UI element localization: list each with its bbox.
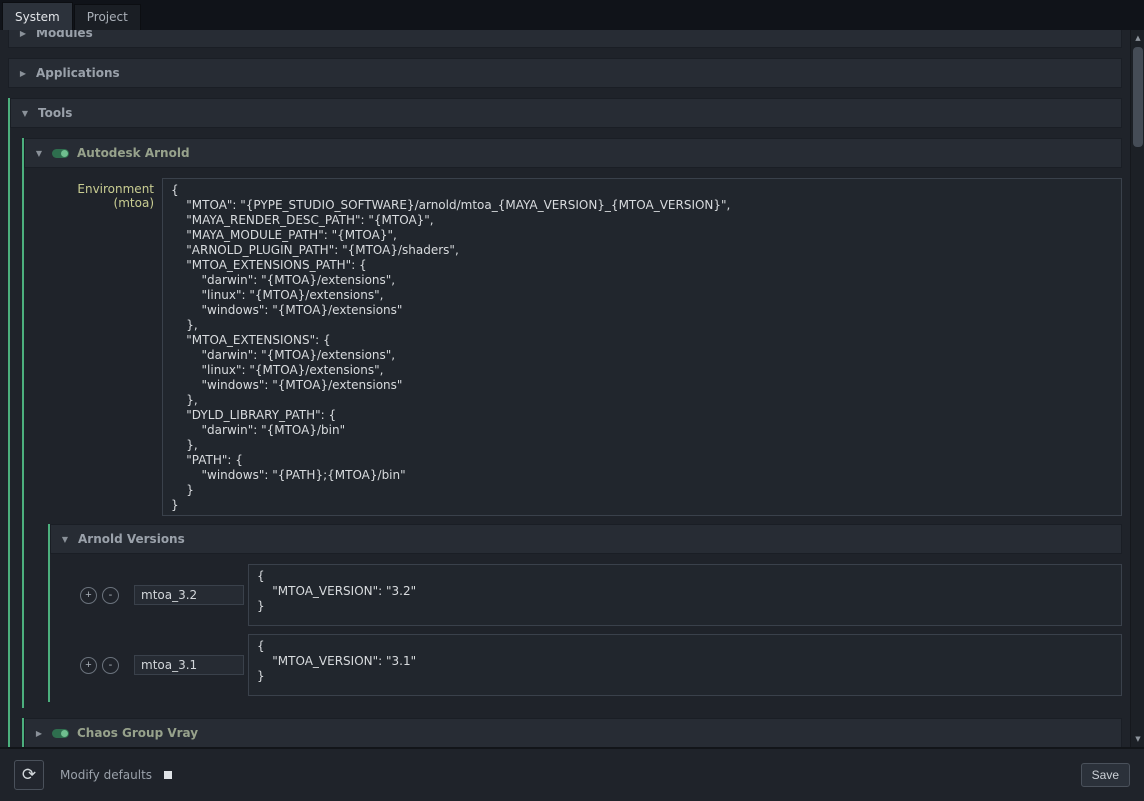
tab-bar: System Project: [0, 0, 1144, 30]
environment-editor[interactable]: { "MTOA": "{PYPE_STUDIO_SOFTWARE}/arnold…: [162, 178, 1122, 516]
environment-label: Environment (mtoa): [36, 178, 162, 516]
section-header-vray[interactable]: ▶ Chaos Group Vray: [24, 718, 1122, 747]
section-header-arnold[interactable]: ▼ Autodesk Arnold: [24, 138, 1122, 168]
section-title-applications: Applications: [36, 66, 120, 80]
section-arnold: ▼ Autodesk Arnold Environment (mtoa) { "…: [22, 138, 1122, 708]
settings-window: System Project ▶ Modules ▶ Applications: [0, 0, 1144, 801]
section-title-tools: Tools: [38, 106, 72, 120]
section-title-vray: Chaos Group Vray: [77, 726, 198, 740]
chevron-right-icon: ▶: [18, 69, 28, 78]
arnold-enabled-toggle[interactable]: [52, 149, 69, 158]
add-version-button[interactable]: +: [80, 587, 97, 604]
version-row: + - { "MTOA_VERSION": "3.2" }: [62, 564, 1122, 626]
section-vray: ▶ Chaos Group Vray: [22, 718, 1122, 747]
chevron-down-icon: ▼: [34, 149, 44, 158]
chevron-down-icon: ▼: [60, 535, 70, 544]
section-header-tools[interactable]: ▼ Tools: [10, 98, 1122, 128]
scroll-down-button[interactable]: ▼: [1131, 732, 1144, 746]
environment-row: Environment (mtoa) { "MTOA": "{PYPE_STUD…: [36, 178, 1122, 516]
vray-enabled-toggle[interactable]: [52, 729, 69, 738]
chevron-right-icon: ▶: [34, 729, 44, 738]
arnold-versions-body: + - { "MTOA_VERSION": "3.2" } + -: [50, 564, 1122, 702]
version-key-input[interactable]: [134, 655, 244, 675]
modify-defaults-checkbox[interactable]: [164, 771, 172, 779]
version-key-input[interactable]: [134, 585, 244, 605]
vertical-scrollbar[interactable]: ▲ ▼: [1130, 30, 1144, 747]
section-header-modules[interactable]: ▶ Modules: [8, 30, 1122, 48]
section-header-applications[interactable]: ▶ Applications: [8, 58, 1122, 88]
chevron-right-icon: ▶: [18, 30, 28, 38]
section-title-modules: Modules: [36, 30, 93, 40]
section-tools: ▼ Tools ▼ Autodesk Arnold: [8, 98, 1122, 747]
section-title-arnold-versions: Arnold Versions: [78, 532, 185, 546]
section-applications: ▶ Applications: [8, 58, 1122, 88]
section-arnold-versions: ▼ Arnold Versions + - { "MTOA_VERSION": …: [48, 524, 1122, 702]
save-button[interactable]: Save: [1081, 763, 1130, 787]
refresh-button[interactable]: ⟳: [14, 760, 44, 790]
add-version-button[interactable]: +: [80, 657, 97, 674]
remove-version-button[interactable]: -: [102, 657, 119, 674]
section-header-arnold-versions[interactable]: ▼ Arnold Versions: [50, 524, 1122, 554]
version-row: + - { "MTOA_VERSION": "3.1" }: [62, 634, 1122, 696]
arnold-body: Environment (mtoa) { "MTOA": "{PYPE_STUD…: [24, 178, 1122, 708]
main-area: ▶ Modules ▶ Applications ▼ Tools: [0, 30, 1144, 747]
remove-version-button[interactable]: -: [102, 587, 119, 604]
section-modules: ▶ Modules: [8, 30, 1122, 48]
footer-bar: ⟳ Modify defaults Save: [0, 747, 1144, 801]
tab-system[interactable]: System: [2, 2, 73, 30]
scroll-up-button[interactable]: ▲: [1131, 31, 1144, 45]
version-value-editor[interactable]: { "MTOA_VERSION": "3.2" }: [248, 564, 1122, 626]
section-title-arnold: Autodesk Arnold: [77, 146, 190, 160]
tools-body: ▼ Autodesk Arnold Environment (mtoa) { "…: [10, 138, 1122, 747]
modify-defaults-label: Modify defaults: [60, 768, 152, 782]
chevron-down-icon: ▼: [20, 109, 30, 118]
settings-scroll-area: ▶ Modules ▶ Applications ▼ Tools: [0, 30, 1130, 747]
tab-project[interactable]: Project: [74, 4, 141, 30]
version-value-editor[interactable]: { "MTOA_VERSION": "3.1" }: [248, 634, 1122, 696]
scrollbar-thumb[interactable]: [1133, 47, 1143, 147]
